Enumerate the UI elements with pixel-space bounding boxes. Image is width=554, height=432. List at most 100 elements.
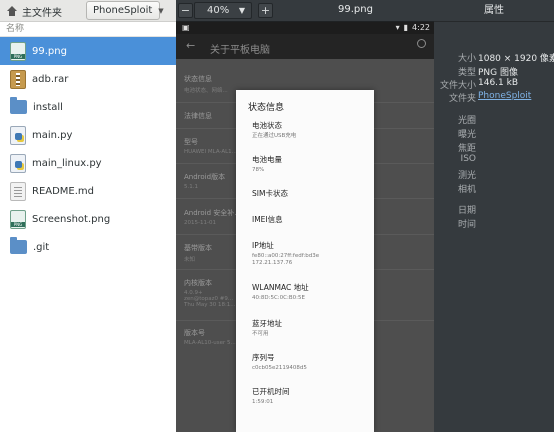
settings-item-title: 状态信息 — [184, 75, 212, 83]
zoom-in-button[interactable]: + — [258, 3, 273, 18]
image-notification-icon: ▣ — [182, 23, 190, 32]
name-column-header[interactable]: 名称 — [0, 22, 176, 37]
file-row[interactable]: adb.rar — [0, 65, 176, 93]
dialog-item: 电池状态 正在通过USB充电 — [252, 120, 296, 140]
home-icon — [6, 6, 18, 16]
file-row[interactable]: main_linux.py — [0, 149, 176, 177]
settings-item: 基带版本 未知 — [184, 243, 212, 263]
settings-item-sub: 2015-11-01 — [184, 220, 216, 226]
text-file-icon — [10, 181, 26, 201]
chevron-down-icon: ▼ — [238, 6, 245, 15]
app-bar-title: 关于平板电脑 — [210, 45, 270, 56]
properties-panel: 属性 大小 1080 × 1920 像素 类型 PNG 图像 文件大小 146.… — [434, 0, 554, 432]
dialog-item: 蓝牙地址 不可用 — [252, 318, 282, 338]
phone-screenshot: ▣ ▾ ▮ 4:22 ← 关于平板电脑 状态信息 电池状态、网络... 法律信息… — [176, 22, 434, 432]
search-icon — [417, 39, 426, 48]
dialog-item-title: 已开机时间 — [252, 387, 290, 396]
settings-item-title: Android 安全补... — [184, 209, 241, 217]
file-row[interactable]: 99.png — [0, 37, 176, 65]
property-value: 146.1 kB — [478, 78, 519, 88]
status-info-dialog: 状态信息 电池状态 正在通过USB充电 电池电量 78% SIM卡状态 IMEI… — [236, 90, 374, 432]
dialog-item-title: SIM卡状态 — [252, 189, 288, 198]
dialog-item-value: 正在通过USB充电 — [252, 133, 297, 139]
settings-item-title: Android版本 — [184, 173, 226, 181]
dialog-item-title: WLANMAC 地址 — [252, 283, 309, 292]
properties-header: 属性 — [434, 0, 554, 22]
dialog-title: 状态信息 — [248, 103, 285, 113]
file-row[interactable]: .git — [0, 233, 176, 261]
property-key: 曝光 — [457, 130, 476, 140]
property-key: 日期 — [457, 206, 476, 216]
settings-item-sub: 电池状态、网络... — [184, 88, 228, 94]
settings-item-sub: 4.0.9+ zen@topaz0 #9... Thu May 30 18:1.… — [184, 290, 236, 308]
property-row: 类型 PNG 图像 — [434, 65, 554, 78]
dialog-item-value: fe80::a00:27ff:fedf:bd3e 172.21.137.76 — [252, 253, 320, 266]
image-title: 99.png — [338, 4, 373, 15]
settings-item-title: 法律信息 — [184, 112, 212, 120]
archive-file-icon — [10, 69, 26, 89]
dialog-item-value: 78% — [252, 167, 265, 173]
file-row[interactable]: main.py — [0, 121, 176, 149]
property-row: 时间 — [434, 217, 554, 230]
back-arrow-icon: ← — [186, 39, 196, 52]
file-row[interactable]: README.md — [0, 177, 176, 205]
dialog-item-value: 40:8D:5C:0C:B0:5E — [252, 295, 305, 301]
dialog-item-value: 不可用 — [252, 331, 269, 337]
file-name: adb.rar — [32, 73, 69, 85]
property-key: 光圈 — [457, 116, 476, 126]
property-key: 类型 — [457, 68, 476, 78]
png-file-icon — [10, 209, 26, 229]
settings-item: 法律信息 — [184, 111, 212, 121]
settings-item: 状态信息 电池状态、网络... — [184, 74, 228, 94]
folder-link[interactable]: PhoneSploit — [478, 91, 531, 101]
property-key: 焦距 — [457, 144, 476, 154]
dialog-item-title: IP地址 — [252, 241, 274, 250]
dialog-item: WLANMAC 地址 40:8D:5C:0C:B0:5E — [252, 282, 309, 302]
home-folder-button[interactable]: 主文件夹 — [6, 3, 62, 19]
dialog-item: IMEI信息 — [252, 214, 283, 225]
dialog-item-title: 电池状态 — [252, 121, 282, 130]
settings-item: 型号 HUAWEI MLA-AL1... — [184, 137, 237, 155]
property-row: 测光 — [434, 168, 554, 181]
property-row: 文件大小 146.1 kB — [434, 78, 554, 91]
settings-item: 内核版本 4.0.9+ zen@topaz0 #9... Thu May 30 … — [184, 278, 236, 308]
file-name: install — [33, 101, 63, 113]
property-row: 曝光 — [434, 127, 554, 140]
property-key: ISO — [460, 154, 476, 164]
property-row: 相机 — [434, 182, 554, 195]
property-key: 相机 — [457, 185, 476, 195]
file-list: 99.png adb.rar install main.py main_linu… — [0, 37, 176, 261]
png-file-icon — [10, 41, 26, 61]
python-file-icon — [10, 125, 26, 145]
dialog-item-value: c0cb05e2119408d5 — [252, 365, 307, 371]
file-row[interactable]: install — [0, 93, 176, 121]
dialog-item: SIM卡状态 — [252, 188, 288, 199]
file-name: .git — [33, 241, 50, 253]
settings-item-title: 版本号 — [184, 329, 205, 337]
property-key: 大小 — [457, 54, 476, 64]
dialog-item: 已开机时间 1:59:01 — [252, 386, 290, 406]
dialog-item: IP地址 fe80::a00:27ff:fedf:bd3e 172.21.137… — [252, 240, 319, 267]
file-name: main.py — [32, 129, 73, 141]
file-row[interactable]: Screenshot.png — [0, 205, 176, 233]
dialog-item: 序列号 c0cb05e2119408d5 — [252, 352, 307, 372]
folder-icon — [10, 237, 27, 254]
dialog-item-title: 电池电量 — [252, 155, 282, 164]
property-key: 文件夹 — [448, 94, 476, 104]
wifi-icon: ▾ — [395, 23, 400, 32]
settings-item-sub: 5.1.1 — [184, 184, 198, 190]
settings-item: 版本号 MLA-AL10-user 5... — [184, 328, 236, 346]
property-row: ISO — [434, 154, 554, 167]
property-row: 日期 — [434, 203, 554, 216]
property-row: 文件夹 PhoneSploit — [434, 91, 554, 104]
settings-item-title: 型号 — [184, 138, 198, 146]
dialog-item-title: 蓝牙地址 — [252, 319, 282, 328]
file-browser-pane: 主文件夹 PhoneSploit ▼ 名称 99.png adb.rar ins… — [0, 0, 176, 432]
zoom-out-button[interactable]: − — [178, 3, 193, 18]
property-row: 光圈 — [434, 113, 554, 126]
dialog-item-value: 1:59:01 — [252, 399, 274, 405]
home-folder-label: 主文件夹 — [22, 7, 62, 19]
zoom-level-dropdown[interactable]: 40% ▼ — [194, 2, 252, 19]
image-viewer: ▣ ▾ ▮ 4:22 ← 关于平板电脑 状态信息 电池状态、网络... 法律信息… — [176, 0, 434, 432]
path-dropdown-button[interactable]: PhoneSploit ▼ — [86, 1, 164, 20]
